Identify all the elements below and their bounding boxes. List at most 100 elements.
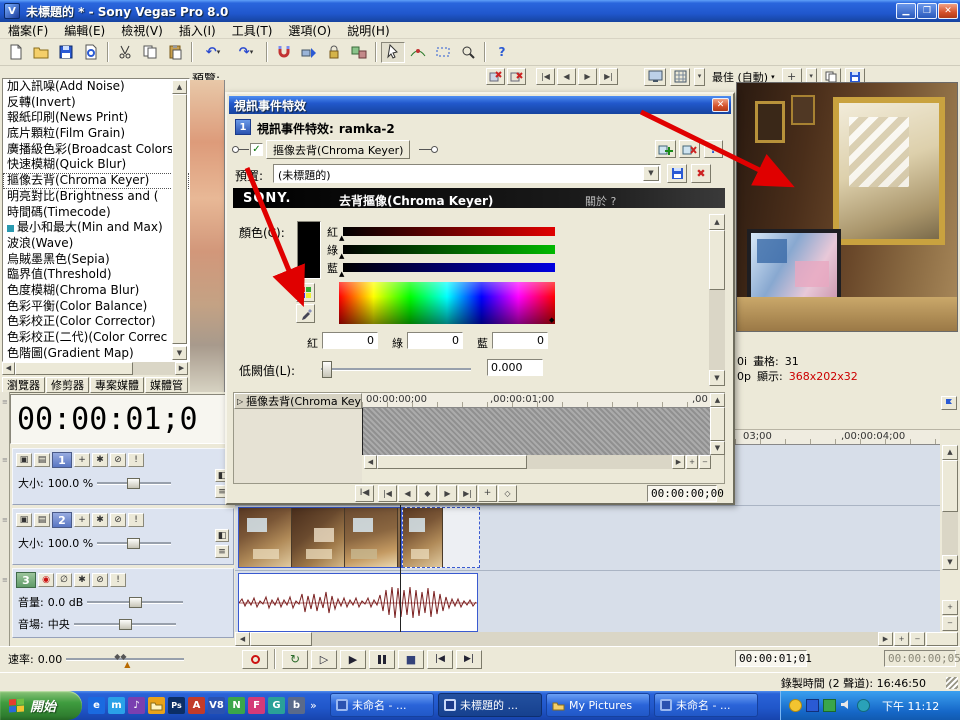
track-level-slider-thumb[interactable]: [127, 538, 140, 549]
solo-icon[interactable]: !: [128, 453, 144, 467]
zoom-edit-tool-icon[interactable]: [456, 42, 480, 63]
low-threshold-input[interactable]: [487, 359, 543, 376]
timeline-vscrollbar-track[interactable]: [942, 512, 958, 555]
play-from-start-button[interactable]: ▷: [311, 650, 337, 669]
timeline-scroll-up-icon[interactable]: ▲: [942, 445, 958, 460]
dialog-titlebar[interactable]: 視訊事件特效 ✕: [229, 96, 731, 114]
menu-options[interactable]: 選項(O): [280, 22, 339, 39]
track-number-badge[interactable]: 3: [16, 572, 36, 588]
effects-list-item[interactable]: 加入訊噪(Add Noise): [3, 79, 189, 95]
loop-playback-button[interactable]: ↻: [282, 650, 308, 669]
save-project-icon[interactable]: [54, 42, 78, 63]
color-swatch[interactable]: [297, 221, 321, 279]
expand-icon[interactable]: ▷: [237, 397, 243, 406]
effects-list-item[interactable]: 波浪(Wave): [3, 236, 189, 252]
ignore-event-grouping-icon[interactable]: [347, 42, 371, 63]
audio-event-clip[interactable]: [238, 573, 478, 632]
red-gradient-slider[interactable]: [343, 227, 555, 236]
video-event-clip[interactable]: [238, 507, 402, 568]
taskbar-task-4[interactable]: 未命名 - ...: [654, 693, 758, 717]
rate-slider[interactable]: ◆◆ ▲: [66, 658, 184, 661]
keyframe-time-display[interactable]: 00:00:00;00: [647, 485, 717, 502]
track-level-slider-thumb[interactable]: [127, 478, 140, 489]
effects-list-item[interactable]: 色度模糊(Chroma Blur): [3, 283, 189, 299]
lock-envelopes-icon[interactable]: [322, 42, 346, 63]
volume-slider-thumb[interactable]: [129, 597, 142, 608]
kf-zoom-in-icon[interactable]: +: [686, 455, 698, 469]
delete-keyframe-icon[interactable]: ◇: [498, 485, 517, 502]
tray-icon-ime[interactable]: [806, 699, 819, 712]
kf-scroll-up-icon[interactable]: ▲: [710, 393, 725, 407]
track-header-2[interactable]: ▣ ▤ 2 + ✱ ⊘ ! 大小: 100.0 % ◧ ≡: [12, 508, 234, 565]
track-restore-icon[interactable]: ▤: [34, 513, 50, 527]
whats-this-help-icon[interactable]: ?: [490, 42, 514, 63]
preset-dropdown-icon[interactable]: ▼: [643, 166, 659, 181]
volume-slider[interactable]: [87, 601, 183, 604]
menu-view[interactable]: 檢視(V): [113, 22, 171, 39]
solo-icon[interactable]: !: [128, 513, 144, 527]
taskbar-clock[interactable]: 下午 11:12: [882, 698, 939, 714]
plugin-chain-add-icon[interactable]: [655, 140, 676, 158]
go-to-start-button[interactable]: |◀: [427, 650, 453, 669]
effects-list-item[interactable]: 臨界值(Threshold): [3, 267, 189, 283]
taskbar-task-3[interactable]: My Pictures: [546, 693, 650, 717]
video-event-fx-dialog[interactable]: 視訊事件特效 ✕ 1 視訊事件特效: ramka-2 ✓ 摳像去背(Chroma…: [225, 92, 735, 505]
timeline-scroll-left-icon[interactable]: ◀: [235, 632, 250, 646]
quick-launch-icon[interactable]: ♪: [128, 697, 145, 714]
effects-list-item[interactable]: 時間碼(Timecode): [3, 205, 189, 221]
tab-media-manager[interactable]: 媒體管: [145, 377, 188, 393]
kf-scroll-left-icon[interactable]: ◀: [364, 455, 377, 469]
kf-hscrollbar-thumb[interactable]: [377, 455, 527, 469]
effects-list-item[interactable]: 色彩校正(Color Corrector): [3, 314, 189, 330]
track-motion-icon[interactable]: +: [74, 453, 90, 467]
trimmer-close-media-icon[interactable]: [486, 68, 505, 85]
play-button[interactable]: ▶: [340, 650, 366, 669]
preset-combobox[interactable]: (未標題的) ▼: [273, 164, 661, 183]
track-number-badge[interactable]: 1: [52, 452, 72, 468]
selection-end-display[interactable]: 00:00:00;05: [884, 650, 956, 667]
record-arm-icon[interactable]: ◉: [38, 573, 54, 587]
maximize-button[interactable]: ❐: [917, 3, 937, 19]
low-threshold-slider[interactable]: [321, 368, 471, 371]
effects-list-item[interactable]: 反轉(Invert): [3, 95, 189, 111]
effects-list-item[interactable]: 明亮對比(Brightness and (: [3, 189, 189, 205]
quick-launch-icon[interactable]: Ps: [168, 697, 185, 714]
resize-grip[interactable]: [946, 677, 958, 689]
effects-list-item[interactable]: 烏賊墨黑色(Sepia): [3, 252, 189, 268]
effects-scroll-right-icon[interactable]: ▶: [175, 362, 188, 375]
trimmer-prev-frame-icon[interactable]: ◀: [557, 68, 576, 85]
go-to-end-button[interactable]: ▶|: [456, 650, 482, 669]
dialog-help-icon[interactable]: ?: [704, 140, 723, 158]
chain-plugin-button[interactable]: 摳像去背(Chroma Keyer): [266, 140, 410, 159]
effects-scroll-left-icon[interactable]: ◀: [2, 362, 15, 375]
effects-scrollbar-thumb[interactable]: [172, 94, 187, 344]
marker-flag-icon[interactable]: [941, 396, 957, 410]
timeline-vscrollbar-thumb[interactable]: [942, 460, 958, 512]
quick-launch-icon[interactable]: e: [88, 697, 105, 714]
trimmer-next-frame-icon[interactable]: ▶: [578, 68, 597, 85]
keyframe-track-row[interactable]: ▷ 摳像去背(Chroma Key: [234, 393, 362, 409]
first-keyframe-icon[interactable]: |◀: [378, 485, 397, 502]
auto-ripple-icon[interactable]: [297, 42, 321, 63]
effects-list-item-selected[interactable]: 摳像去背(Chroma Keyer): [3, 173, 189, 189]
timeline-hscrollbar-track[interactable]: [312, 632, 878, 646]
tray-icon-teal[interactable]: [857, 699, 870, 712]
quick-launch-icon[interactable]: V8: [208, 697, 225, 714]
track-number-badge[interactable]: 2: [52, 512, 72, 528]
track-fx-icon[interactable]: ✱: [92, 453, 108, 467]
quick-launch-icon[interactable]: [148, 697, 165, 714]
dialog-close-button[interactable]: ✕: [712, 98, 729, 112]
quick-launch-icon[interactable]: N: [228, 697, 245, 714]
effects-list-item[interactable]: 最小和最大(Min and Max): [3, 220, 189, 236]
video-overlay-icon[interactable]: [670, 68, 690, 86]
quick-launch-icon[interactable]: G: [268, 697, 285, 714]
selection-edit-tool-icon[interactable]: [431, 42, 455, 63]
taskbar-task-1[interactable]: 未命名 - ...: [330, 693, 434, 717]
record-button[interactable]: [242, 650, 268, 669]
paste-icon[interactable]: [163, 42, 187, 63]
track-level-slider[interactable]: [97, 542, 171, 545]
menu-help[interactable]: 說明(H): [339, 22, 397, 39]
pause-button[interactable]: [369, 650, 395, 669]
red-slider-thumb-icon[interactable]: ▲: [339, 234, 344, 242]
menu-insert[interactable]: 插入(I): [171, 22, 224, 39]
